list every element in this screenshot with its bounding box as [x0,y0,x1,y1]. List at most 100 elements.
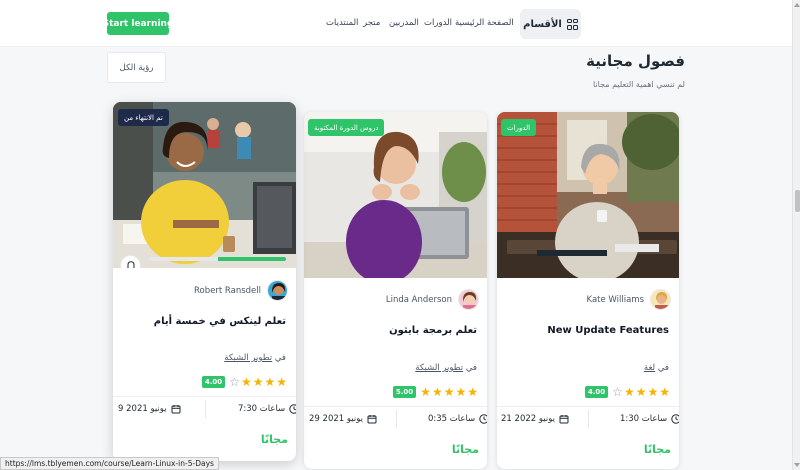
star-filled-icon: ★ [264,375,276,389]
course-progress-bar [149,257,286,261]
star-filled-icon: ★ [443,385,455,399]
rating-value: 5.00 [392,386,417,398]
meta-separator [396,410,397,428]
section-subtitle: لم تنسي اهمية التعليم مجانا [592,80,685,89]
course-title[interactable]: New Update Features [547,325,669,336]
course-image[interactable]: دروس الدورة المكتوبة [304,112,487,278]
star-rating: ☆ ★ ★ ★ ★ [612,386,670,398]
date-text: 21 يونيو 2022 [501,414,555,424]
author-name[interactable]: Linda Anderson [386,295,452,305]
star-outline-icon: ☆ [612,385,623,399]
divider [304,406,487,407]
star-outline-icon: ☆ [229,375,240,389]
course-date: 29 يونيو 2021 [309,414,377,424]
duration-text: 1:30 ساعات [620,414,668,424]
author-avatar[interactable] [267,280,288,301]
star-rating: ★ ★ ★ ★ ★ [420,386,478,398]
course-duration: 7:30 ساعات [238,404,296,414]
nav-trainers[interactable]: المدربين [389,18,419,28]
category-prefix: في [274,353,286,363]
status-bar-url: https://lms.tblyemen.com/course/Learn-Li… [0,457,219,470]
calendar-icon [367,415,377,424]
course-duration: 1:30 ساعات [620,414,679,424]
category-prefix: في [465,363,477,373]
calendar-icon [559,415,569,424]
star-filled-icon: ★ [647,385,659,399]
bell-icon [126,261,135,268]
course-category: في لغة [644,363,669,373]
star-filled-icon: ★ [276,375,287,389]
course-progress-fill [217,257,286,261]
course-date: 21 يونيو 2022 [501,414,569,424]
course-author[interactable]: Kate Williams [587,289,671,310]
course-title[interactable]: تعلم برمجة بايثون [389,325,477,336]
course-card-new-update-features[interactable]: الدورات Kate Williams New Update Feature… [497,112,679,469]
author-avatar[interactable] [650,289,671,310]
divider [497,406,679,407]
category-link[interactable]: لغة [644,363,655,373]
course-date: 9 يونيو 2021 [118,404,181,414]
star-filled-icon: ★ [240,375,252,389]
star-filled-icon: ★ [252,375,264,389]
author-name[interactable]: Robert Ransdell [194,286,261,296]
category-link[interactable]: تطوير الشبكة [415,363,463,373]
course-card-linux[interactable]: تم الانتهاء من Robert Ransdell تعلم لينك… [113,102,296,461]
star-rating: ☆ ★ ★ ★ ★ [229,376,287,388]
scroll-thumb[interactable] [794,190,800,212]
course-category: في تطوير الشبكة [224,353,286,363]
divider [113,396,296,397]
author-avatar[interactable] [458,289,479,310]
grid-icon [566,18,578,30]
star-filled-icon: ★ [467,385,478,399]
course-badge: تم الانتهاء من [118,109,169,126]
course-author[interactable]: Linda Anderson [386,289,479,310]
category-link[interactable]: تطوير الشبكة [224,353,272,363]
nav-courses[interactable]: الدورات [424,18,452,28]
scroll-down-arrow-icon[interactable] [794,463,800,467]
meta-separator [205,400,206,418]
author-name[interactable]: Kate Williams [587,295,644,305]
course-card-python[interactable]: دروس الدورة المكتوبة Linda Anderson تعلم… [304,112,487,469]
course-title[interactable]: تعلم لينكس في خمسة أيام [154,316,286,327]
course-category: في تطوير الشبكة [415,363,477,373]
course-author[interactable]: Robert Ransdell [194,280,288,301]
course-rating: 4.00 ☆ ★ ★ ★ ★ [201,376,287,388]
course-duration: 0:35 ساعات [428,414,487,424]
calendar-icon [171,405,181,414]
duration-text: 0:35 ساعات [428,414,476,424]
course-image[interactable]: الدورات [497,112,679,278]
page-scrollbar[interactable] [792,0,800,470]
rating-value: 4.00 [201,376,226,388]
nav-store[interactable]: متجر [363,18,380,28]
clock-icon [289,404,296,414]
course-rating: 4.00 ☆ ★ ★ ★ ★ [584,386,670,398]
rating-value: 4.00 [584,386,609,398]
category-prefix: في [657,363,669,373]
star-filled-icon: ★ [623,385,635,399]
course-price: مجانًا [643,443,671,456]
course-image[interactable]: تم الانتهاء من [113,102,296,268]
course-price: مجانًا [451,443,479,456]
clock-icon [479,414,487,424]
start-learning-button[interactable]: Start learning [107,12,169,35]
course-price: مجانًا [260,433,288,446]
course-badge: دروس الدورة المكتوبة [308,119,385,136]
course-badge: الدورات [501,119,537,136]
star-filled-icon: ★ [420,385,431,399]
duration-text: 7:30 ساعات [238,404,286,414]
clock-icon [671,414,679,424]
categories-button[interactable]: الأقسام [520,9,581,39]
meta-separator [588,410,589,428]
star-filled-icon: ★ [455,385,467,399]
star-filled-icon: ★ [659,385,670,399]
nav-home[interactable]: الصفحة الرئيسية [455,18,514,28]
star-filled-icon: ★ [431,385,443,399]
categories-label: الأقسام [523,18,562,30]
top-navbar: Start learning الصفحة الرئيسية الدورات ا… [0,0,792,47]
nav-forums[interactable]: المنتديات [326,18,358,28]
star-filled-icon: ★ [635,385,647,399]
section-title: فصول مجانية [586,52,685,70]
date-text: 9 يونيو 2021 [118,404,167,414]
view-all-button[interactable]: رؤية الكل [107,52,166,83]
scroll-up-arrow-icon[interactable] [794,3,800,7]
